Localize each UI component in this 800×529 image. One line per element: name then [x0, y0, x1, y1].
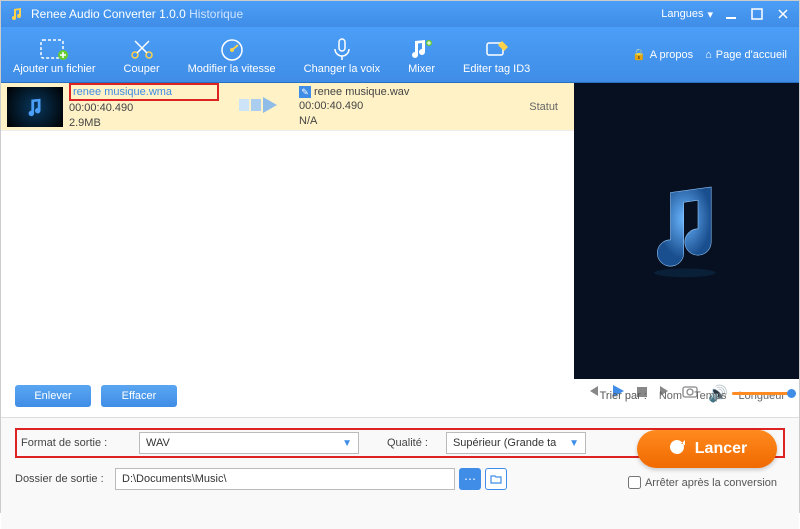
arrow-icon: [239, 95, 279, 118]
refresh-icon: [667, 437, 687, 462]
language-menu[interactable]: Langues ▾: [661, 8, 713, 21]
film-add-icon: [39, 35, 69, 63]
volume-slider[interactable]: [732, 392, 792, 395]
prev-button[interactable]: [586, 384, 600, 403]
chevron-down-icon: ▼: [569, 438, 579, 449]
dest-size: N/A: [299, 114, 449, 128]
folder-label: Dossier de sortie :: [15, 473, 115, 485]
folder-input[interactable]: D:\Documents\Music\: [115, 468, 455, 490]
about-link[interactable]: 🔒A propos: [632, 48, 693, 61]
quality-label: Qualité :: [387, 437, 428, 449]
stop-after-checkbox[interactable]: Arrêter après la conversion: [628, 476, 777, 489]
source-duration: 00:00:40.490: [69, 101, 219, 115]
preview-pane: [574, 83, 799, 379]
dest-duration: 00:00:40.490: [299, 99, 449, 113]
list-item[interactable]: renee musique.wma 00:00:40.490 2.9MB ✎re…: [1, 83, 574, 131]
chevron-down-icon: ▼: [342, 438, 352, 449]
output-panel: Format de sortie : WAV ▼ Qualité : Supér…: [1, 417, 799, 529]
source-filename: renee musique.wma: [69, 83, 219, 101]
chevron-down-icon: ▾: [707, 8, 713, 21]
app-icon: [9, 6, 25, 22]
add-file-button[interactable]: Ajouter un fichier: [13, 35, 96, 75]
sort-name[interactable]: Nom: [659, 390, 682, 402]
folder-value: D:\Documents\Music\: [122, 473, 227, 485]
remove-button[interactable]: Enlever: [15, 385, 91, 407]
toolbar-label: Editer tag ID3: [463, 63, 530, 75]
home-icon: ⌂: [705, 49, 712, 61]
edit-icon: ✎: [299, 86, 311, 98]
dest-filename: ✎renee musique.wav: [299, 85, 449, 99]
speed-button[interactable]: Modifier la vitesse: [188, 35, 276, 75]
music-mix-icon: [409, 35, 435, 63]
titlebar: Renee Audio Converter 1.0.0 Historique L…: [1, 1, 799, 27]
close-button[interactable]: [775, 6, 791, 22]
mixer-button[interactable]: Mixer: [408, 35, 435, 75]
lock-icon: 🔒: [632, 48, 646, 61]
thumbnail: [7, 87, 63, 127]
stop-after-label: Arrêter après la conversion: [645, 477, 777, 489]
sort-label: Trier par :: [600, 390, 647, 402]
launch-label: Lancer: [695, 440, 747, 458]
minimize-button[interactable]: [723, 6, 739, 22]
id3-button[interactable]: Editer tag ID3: [463, 35, 530, 75]
toolbar: Ajouter un fichier Couper Modifier la vi…: [1, 27, 799, 83]
sort-time[interactable]: Temps: [694, 390, 726, 402]
toolbar-label: Ajouter un fichier: [13, 63, 96, 75]
gauge-icon: [219, 35, 245, 63]
toolbar-label: Changer la voix: [304, 63, 380, 75]
clear-button[interactable]: Effacer: [101, 385, 177, 407]
maximize-button[interactable]: [749, 6, 765, 22]
format-select[interactable]: WAV ▼: [139, 432, 359, 454]
tag-edit-icon: [484, 35, 510, 63]
format-label: Format de sortie :: [21, 437, 121, 449]
file-list: renee musique.wma 00:00:40.490 2.9MB ✎re…: [1, 83, 574, 379]
status-label: Statut: [529, 101, 558, 113]
quality-value: Supérieur (Grande ta: [453, 437, 556, 449]
browse-button[interactable]: ⋯: [459, 468, 481, 490]
window-title: Renee Audio Converter 1.0.0 Historique: [31, 7, 243, 21]
home-link[interactable]: ⌂Page d'accueil: [705, 49, 787, 61]
launch-button[interactable]: Lancer: [637, 430, 777, 468]
scissors-icon: [129, 35, 155, 63]
toolbar-label: Couper: [124, 63, 160, 75]
quality-select[interactable]: Supérieur (Grande ta ▼: [446, 432, 586, 454]
voice-button[interactable]: Changer la voix: [304, 35, 380, 75]
toolbar-label: Modifier la vitesse: [188, 63, 276, 75]
microphone-icon: [329, 35, 355, 63]
format-value: WAV: [146, 437, 170, 449]
source-size: 2.9MB: [69, 116, 219, 130]
stop-after-input[interactable]: [628, 476, 641, 489]
cut-button[interactable]: Couper: [124, 35, 160, 75]
toolbar-label: Mixer: [408, 63, 435, 75]
open-folder-button[interactable]: [485, 468, 507, 490]
